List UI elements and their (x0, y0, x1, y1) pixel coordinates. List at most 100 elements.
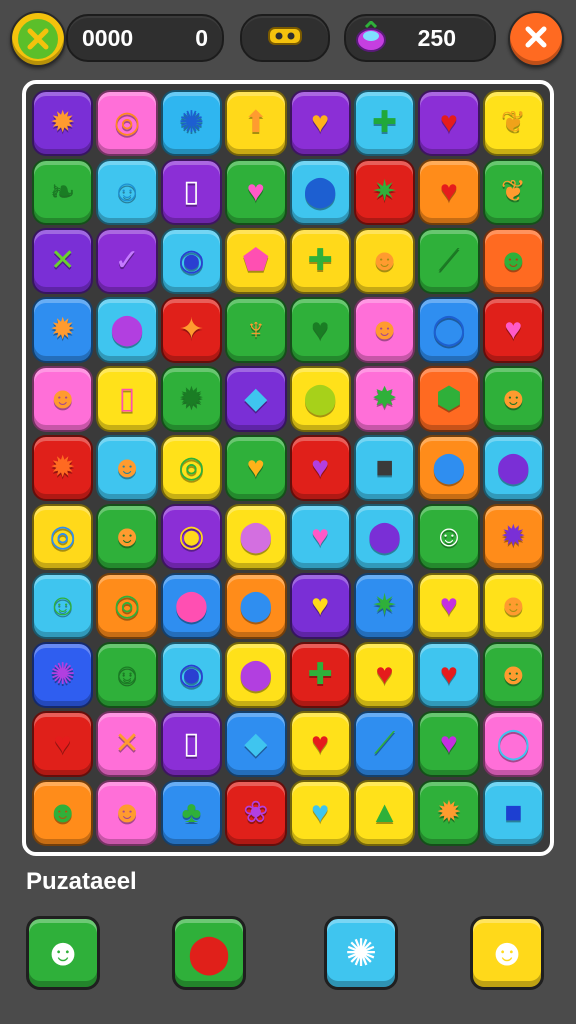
tile-ring[interactable]: ◉ (160, 642, 223, 708)
tile-battery[interactable]: ▯ (160, 711, 223, 777)
tile-arrow-up[interactable]: ⬆ (225, 90, 287, 156)
tile-bug[interactable]: ✹ (482, 504, 544, 570)
tile-heart[interactable]: ♥ (418, 90, 480, 156)
tile-cup[interactable]: ⬤ (225, 642, 287, 708)
tile-swirl[interactable]: ◎ (96, 573, 158, 639)
frog-icon: ☻ (46, 796, 79, 829)
tile-face[interactable]: ☻ (482, 642, 544, 708)
tile-block[interactable]: ■ (353, 435, 416, 501)
tile-heart[interactable]: ♥ (418, 159, 480, 225)
tile-leaf[interactable]: ⟋ (418, 228, 480, 294)
tile-ring[interactable]: ◉ (160, 228, 223, 294)
tile-heart[interactable]: ♥ (482, 297, 544, 363)
tile-leaf[interactable]: ⟋ (353, 711, 416, 777)
tile-crystal[interactable]: ◆ (225, 366, 287, 432)
tile-chevron[interactable]: ✓ (96, 228, 158, 294)
tile-leaf[interactable]: ✷ (353, 159, 416, 225)
close-button[interactable] (508, 11, 564, 67)
tile-battery[interactable]: ▯ (96, 366, 158, 432)
tile-sun[interactable]: ✹ (160, 366, 223, 432)
tile-drop[interactable]: ⬤ (225, 573, 287, 639)
tile-face[interactable]: ☻ (32, 366, 94, 432)
tile-sun[interactable]: ✹ (32, 297, 94, 363)
tile-swirl[interactable]: ◎ (32, 504, 94, 570)
tile-gear[interactable]: ✺ (160, 90, 223, 156)
tile-heart[interactable]: ♥ (289, 504, 351, 570)
tile-face[interactable]: ☻ (353, 297, 416, 363)
tile-bug[interactable]: ✹ (32, 435, 94, 501)
tile-block[interactable]: ■ (482, 780, 544, 846)
tile-smiley[interactable]: ☺ (96, 159, 158, 225)
tile-heart[interactable]: ♥ (32, 711, 94, 777)
tile-lollipop[interactable]: ✕ (96, 711, 158, 777)
tile-tree[interactable]: ▲ (353, 780, 416, 846)
booster-ghost-green-button[interactable]: ☻ (26, 916, 100, 990)
tile-swirl[interactable]: ◎ (160, 435, 223, 501)
tile-ball[interactable]: ⬤ (482, 435, 544, 501)
tile-cross[interactable]: ✚ (289, 642, 351, 708)
tile-ball[interactable]: ⬤ (160, 573, 223, 639)
tile-leaf[interactable]: ❧ (32, 159, 94, 225)
tile-heart[interactable]: ♥ (225, 159, 287, 225)
booster-critter-blue-button[interactable]: ✺ (324, 916, 398, 990)
heart-icon: ♥ (504, 313, 523, 346)
tile-face[interactable]: ☻ (482, 573, 544, 639)
tile-plant[interactable]: ♣ (160, 780, 223, 846)
tile-leaf[interactable]: ❦ (482, 90, 544, 156)
tile-leaf[interactable]: ✸ (353, 366, 416, 432)
tile-sun[interactable]: ✹ (418, 780, 480, 846)
tile-leaf[interactable]: ❦ (482, 159, 544, 225)
tile-ring[interactable]: ◯ (482, 711, 544, 777)
tile-heart[interactable]: ♥ (353, 642, 416, 708)
tile-face[interactable]: ☻ (96, 504, 158, 570)
tile-leaf[interactable]: ⬢ (418, 366, 480, 432)
tile-heart[interactable]: ♥ (289, 573, 351, 639)
tile-heart[interactable]: ♥ (289, 435, 351, 501)
tile-heart[interactable]: ♥ (225, 435, 287, 501)
tile-house[interactable]: ⬟ (225, 228, 287, 294)
tile-swirl[interactable]: ◎ (96, 90, 158, 156)
tile-face[interactable]: ☻ (96, 435, 158, 501)
tile-burst[interactable]: ✺ (32, 642, 94, 708)
tile-face[interactable]: ☻ (96, 780, 158, 846)
mask-panel[interactable] (240, 14, 330, 62)
tile-face[interactable]: ☻ (353, 228, 416, 294)
tile-heart[interactable]: ♥ (418, 642, 480, 708)
tile-smiley[interactable]: ☺ (32, 573, 94, 639)
face-icon: ☻ (497, 244, 530, 277)
tile-heart[interactable]: ♥ (418, 711, 480, 777)
tile-pin[interactable]: ⬤ (289, 366, 351, 432)
tile-face[interactable]: ☻ (482, 366, 544, 432)
tile-drop[interactable]: ⬤ (418, 435, 480, 501)
tile-smiley[interactable]: ☺ (96, 642, 158, 708)
tile-heart[interactable]: ♥ (289, 780, 351, 846)
tile-drop[interactable]: ⬤ (225, 504, 287, 570)
tile-heart[interactable]: ♥ (418, 573, 480, 639)
confirm-button[interactable] (10, 11, 66, 67)
tile-leaf[interactable]: ✷ (353, 573, 416, 639)
battery-icon: ▯ (183, 175, 200, 208)
tile-cross[interactable]: ✚ (289, 228, 351, 294)
booster-ball-red-button[interactable]: ⬤ (172, 916, 246, 990)
tile-leaf[interactable]: ✕ (32, 228, 94, 294)
tile-smiley[interactable]: ☺ (418, 504, 480, 570)
booster-ghost-yellow-button[interactable]: ☻ (470, 916, 544, 990)
tile-cat[interactable]: ✦ (160, 297, 223, 363)
tile-sun[interactable]: ✹ (32, 90, 94, 156)
tile-egg[interactable]: ⬤ (353, 504, 416, 570)
tile-grapes[interactable]: ❀ (225, 780, 287, 846)
tile-ring[interactable]: ◯ (418, 297, 480, 363)
tile-frog[interactable]: ☻ (32, 780, 94, 846)
tile-face[interactable]: ☻ (482, 228, 544, 294)
battery-icon: ▯ (183, 727, 200, 760)
tile-battery[interactable]: ▯ (160, 159, 223, 225)
tile-heart[interactable]: ♥ (289, 90, 351, 156)
tile-carrot[interactable]: ♆ (225, 297, 287, 363)
tile-ring[interactable]: ◉ (160, 504, 223, 570)
tile-heart[interactable]: ♥ (289, 297, 351, 363)
tile-crystal[interactable]: ◆ (225, 711, 287, 777)
tile-drop[interactable]: ⬤ (289, 159, 351, 225)
tile-cross[interactable]: ✚ (353, 90, 416, 156)
tile-drop[interactable]: ⬤ (96, 297, 158, 363)
tile-heart[interactable]: ♥ (289, 711, 351, 777)
